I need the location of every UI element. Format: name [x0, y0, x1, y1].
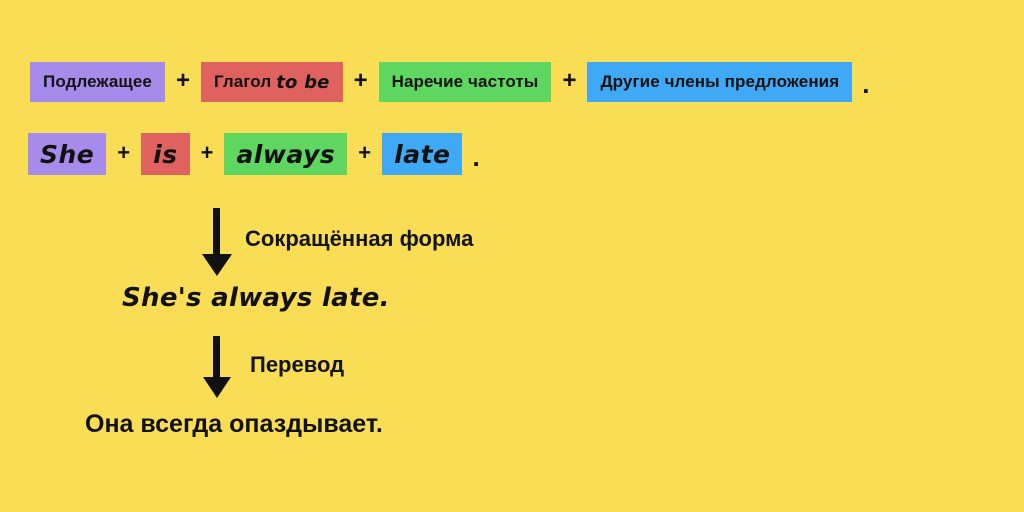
sentence-contracted-form: She's always late.	[122, 283, 390, 313]
formula-plus-3: +	[562, 67, 577, 94]
formula-chip-subject: Подлежащее	[30, 62, 165, 102]
step-label-translation: Перевод	[250, 352, 345, 377]
example-plus-3: +	[358, 140, 372, 165]
formula-chip-other-parts: Другие члены предложения	[587, 62, 853, 102]
down-arrow-icon	[200, 208, 234, 276]
example-chip-verb: is	[141, 133, 190, 175]
example-chip-complement-label: late	[394, 139, 451, 169]
formula-chip-verb-tobe-label: to be	[276, 71, 330, 93]
formula-chip-adverb-frequency: Наречие частоты	[378, 62, 552, 102]
example-chip-adverb-label: always	[236, 139, 336, 169]
sentence-translation: Она всегда опаздывает.	[85, 410, 383, 438]
formula-plus-2: +	[353, 67, 368, 94]
example-chip-subject-label: She	[40, 139, 95, 169]
example-plus-2: +	[200, 140, 214, 165]
formula-plus-1: +	[175, 67, 190, 94]
grammar-formula-canvas: Подлежащее + Глагол to be + Наречие часто…	[0, 0, 1024, 512]
example-chip-subject: She	[28, 133, 107, 175]
step-label-contracted-form: Сокращённая форма	[245, 226, 474, 251]
down-arrow-icon-2	[200, 336, 234, 398]
formula-chip-subject-label: Подлежащее	[43, 72, 152, 91]
formula-row: Подлежащее + Глагол to be + Наречие часто…	[30, 62, 870, 102]
example-period: .	[472, 141, 480, 172]
formula-chip-other-parts-label: Другие члены предложения	[600, 72, 840, 91]
formula-chip-verb-label: Глагол	[213, 72, 272, 91]
formula-chip-adverb-label: Наречие частоты	[391, 72, 539, 91]
example-chip-complement: late	[382, 133, 463, 175]
example-chip-verb-label: is	[153, 139, 178, 169]
example-chip-adverb: always	[224, 133, 348, 175]
example-plus-1: +	[117, 140, 131, 165]
formula-chip-verb-tobe: Глагол to be	[200, 62, 343, 102]
formula-period: .	[862, 68, 870, 99]
example-row: She + is + always + late .	[28, 133, 480, 175]
